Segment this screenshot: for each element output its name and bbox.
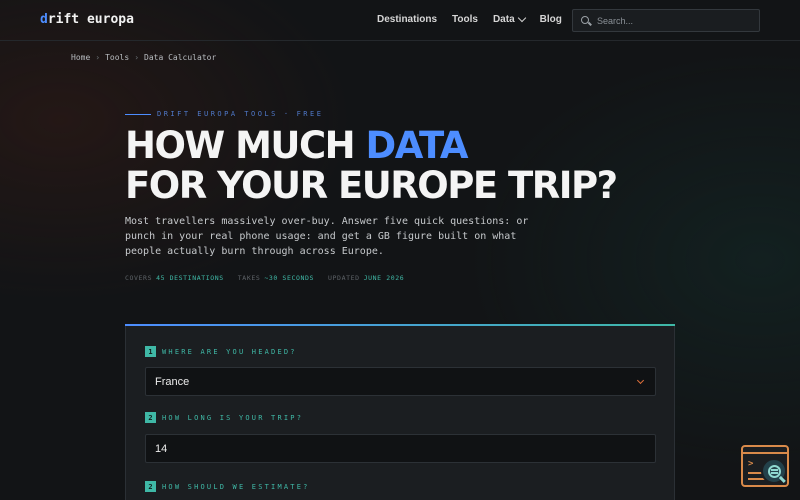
search-box	[572, 9, 760, 32]
question-estimate-method: 2 HOW SHOULD WE ESTIMATE?	[145, 481, 310, 492]
hero-description: Most travellers massively over-buy. Answ…	[125, 216, 529, 257]
question-duration: 2 HOW LONG IS YOUR TRIP?	[145, 412, 303, 423]
meta-covers: COVERS 45 DESTINATIONS	[125, 274, 224, 282]
breadcrumb-separator: ›	[134, 53, 140, 62]
meta-value: JUNE 2026	[363, 274, 405, 282]
search-input[interactable]	[597, 15, 747, 26]
destination-value: France	[155, 375, 190, 388]
nav-data[interactable]: Data	[492, 13, 526, 25]
chevron-down-icon	[517, 13, 526, 22]
chevron-down-icon	[636, 376, 645, 385]
breadcrumb-current: Data Calculator	[144, 53, 217, 62]
step-number: 2	[145, 412, 156, 423]
meta-takes: TAKES ~30 SECONDS	[238, 274, 314, 282]
breadcrumb: Home › Tools › Data Calculator	[71, 53, 216, 62]
hero-eyebrow: DRIFT EUROPA TOOLS · FREE	[125, 110, 323, 118]
title-line1-pre: HOW MUCH	[125, 124, 366, 167]
nav-tools[interactable]: Tools	[452, 14, 478, 25]
logo-letter: d	[40, 12, 48, 27]
question-label: HOW SHOULD WE ESTIMATE?	[162, 482, 310, 491]
question-destination: 1 WHERE ARE YOU HEADED?	[145, 346, 297, 357]
trip-length-field	[145, 434, 656, 463]
meta-updated: UPDATED JUNE 2026	[328, 274, 404, 282]
site-logo[interactable]: drift europa	[40, 12, 134, 27]
logo-text: rift europa	[47, 12, 134, 27]
nav-destinations[interactable]: Destinations	[377, 14, 437, 25]
meta-key: COVERS	[125, 274, 153, 282]
magnifier-icon[interactable]	[761, 458, 787, 484]
meta-value: ~30 SECONDS	[264, 274, 315, 282]
calculator-form: 1 WHERE ARE YOU HEADED? France 2 HOW LON…	[125, 324, 675, 500]
meta-key: TAKES	[237, 274, 261, 282]
eyebrow-free: FREE	[296, 110, 324, 118]
breadcrumb-home[interactable]: Home	[71, 53, 90, 62]
nav-blog[interactable]: Blog	[540, 14, 562, 25]
hero-meta: COVERS 45 DESTINATIONS TAKES ~30 SECONDS U…	[125, 274, 404, 282]
question-label: WHERE ARE YOU HEADED?	[162, 347, 297, 356]
meta-key: UPDATED	[328, 274, 360, 282]
step-number: 1	[145, 346, 156, 357]
breadcrumb-separator: ›	[95, 53, 101, 62]
breadcrumb-tools[interactable]: Tools	[105, 53, 129, 62]
title-accent: DATA	[365, 124, 468, 167]
page-title: HOW MUCH DATA FOR YOUR EUROPE TRIP?	[125, 124, 618, 207]
trip-length-input[interactable]	[155, 442, 655, 455]
widget-line	[748, 472, 762, 474]
title-line2: FOR YOUR EUROPE TRIP?	[125, 164, 618, 207]
destination-select[interactable]: France	[145, 367, 656, 396]
meta-value: 45 DESTINATIONS	[156, 274, 224, 282]
eyebrow-dot: ·	[283, 110, 291, 118]
site-header: drift europa Destinations Tools Data Blo…	[0, 0, 800, 41]
main-nav: Destinations Tools Data Blog	[377, 13, 577, 25]
nav-data-label: Data	[492, 14, 515, 25]
step-number: 2	[145, 481, 156, 492]
search-icon	[581, 15, 592, 26]
widget-titlebar	[743, 447, 787, 454]
question-label: HOW LONG IS YOUR TRIP?	[162, 413, 304, 422]
eyebrow-label: DRIFT EUROPA TOOLS	[157, 110, 278, 118]
eyebrow-rule	[125, 113, 151, 115]
prompt-glyph: >	[748, 459, 754, 469]
